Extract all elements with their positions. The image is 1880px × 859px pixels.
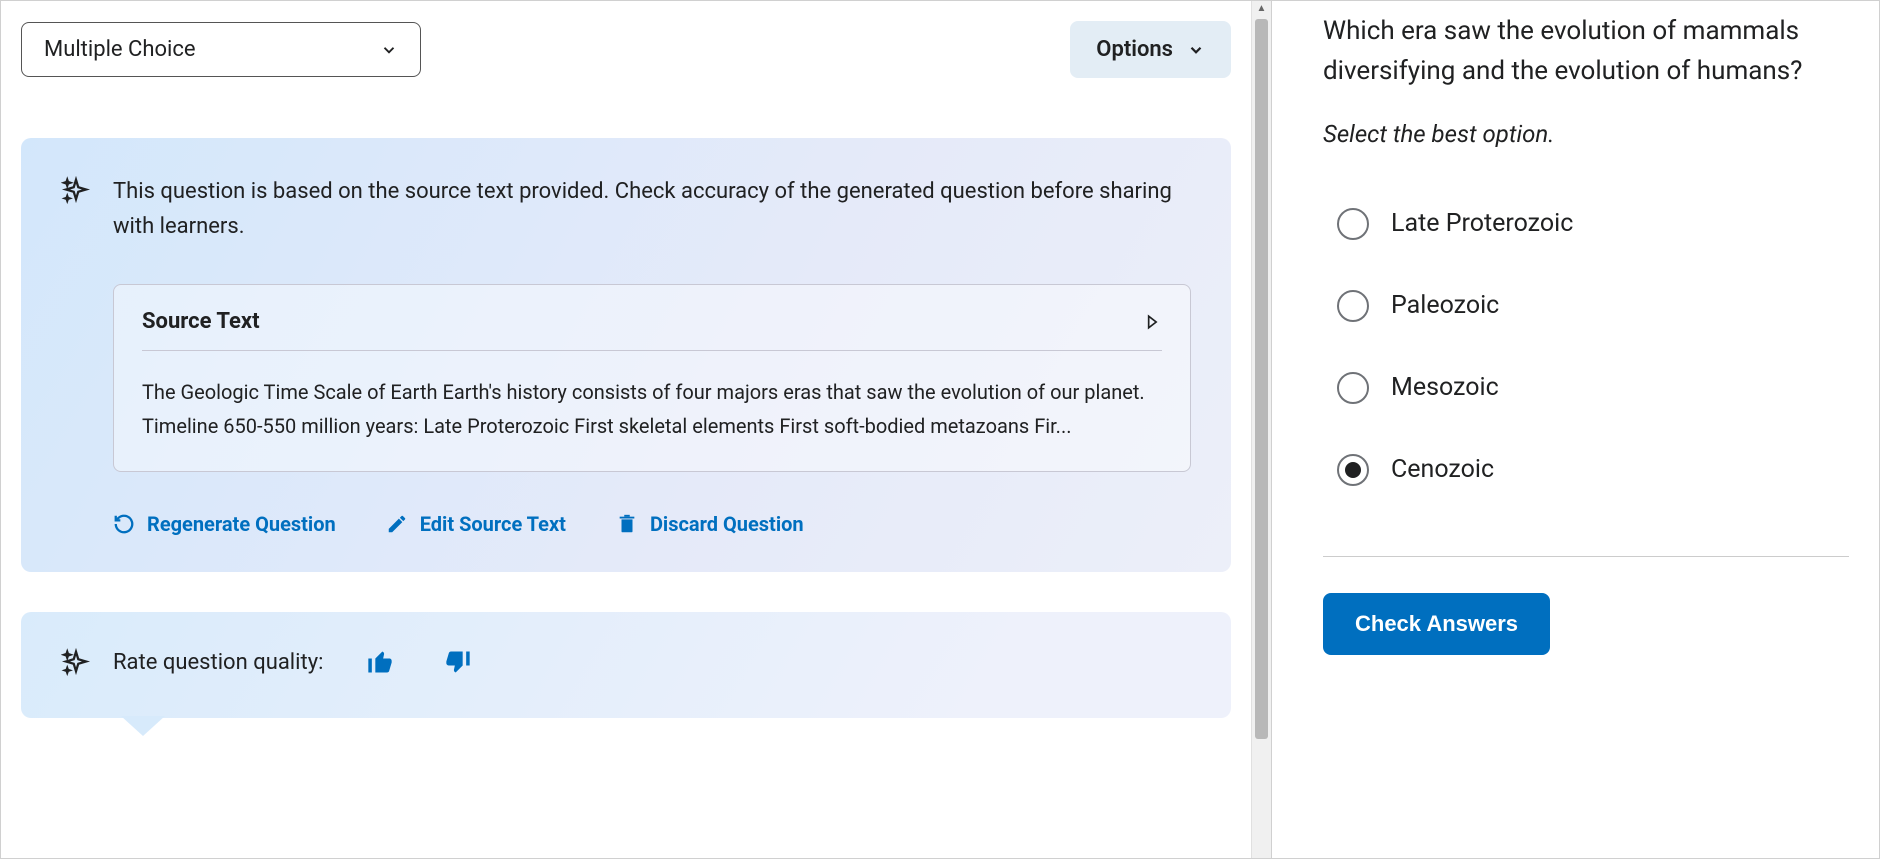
edit-source-button[interactable]: Edit Source Text bbox=[386, 512, 566, 536]
radio-icon bbox=[1337, 372, 1369, 404]
trash-icon bbox=[616, 513, 638, 535]
source-card: This question is based on the source tex… bbox=[21, 138, 1231, 572]
option-2[interactable]: Mesozoic bbox=[1337, 372, 1849, 404]
options-label: Options bbox=[1096, 37, 1173, 62]
thumbs-down-icon bbox=[444, 648, 472, 676]
app-container: Multiple Choice Options This question i bbox=[0, 0, 1880, 859]
option-label: Late Proterozoic bbox=[1391, 209, 1573, 238]
option-1[interactable]: Paleozoic bbox=[1337, 290, 1849, 322]
option-label: Mesozoic bbox=[1391, 373, 1499, 402]
thumbs-up-button[interactable] bbox=[365, 647, 395, 677]
pencil-icon bbox=[386, 513, 408, 535]
discard-button[interactable]: Discard Question bbox=[616, 512, 804, 536]
source-text-title: Source Text bbox=[142, 309, 260, 334]
editor-panel: Multiple Choice Options This question i bbox=[1, 1, 1271, 858]
instruction-text: Select the best option. bbox=[1323, 120, 1849, 148]
refresh-icon bbox=[113, 513, 135, 535]
speech-tail bbox=[121, 716, 165, 736]
question-text: Which era saw the evolution of mammals d… bbox=[1323, 11, 1849, 92]
rate-label: Rate question quality: bbox=[113, 650, 323, 675]
answer-options: Late Proterozoic Paleozoic Mesozoic Ceno… bbox=[1323, 208, 1849, 486]
editor-toolbar: Multiple Choice Options bbox=[21, 21, 1231, 78]
source-text-box: Source Text The Geologic Time Scale of E… bbox=[113, 284, 1191, 472]
radio-icon bbox=[1337, 208, 1369, 240]
sparkle-icon bbox=[61, 648, 91, 678]
source-info-text: This question is based on the source tex… bbox=[113, 174, 1191, 244]
expand-icon[interactable] bbox=[1142, 312, 1162, 332]
question-type-select[interactable]: Multiple Choice bbox=[21, 22, 421, 77]
regenerate-button[interactable]: Regenerate Question bbox=[113, 512, 336, 536]
sparkle-icon bbox=[61, 176, 91, 206]
divider bbox=[1323, 556, 1849, 557]
scrollbar-thumb[interactable] bbox=[1255, 19, 1268, 739]
option-label: Cenozoic bbox=[1391, 455, 1494, 484]
options-button[interactable]: Options bbox=[1070, 21, 1231, 78]
source-actions: Regenerate Question Edit Source Text bbox=[113, 512, 1191, 536]
rate-card: Rate question quality: bbox=[21, 612, 1231, 718]
panel-divider bbox=[1271, 1, 1293, 858]
thumbs-down-button[interactable] bbox=[443, 647, 473, 677]
question-type-label: Multiple Choice bbox=[44, 37, 196, 62]
chevron-down-icon bbox=[380, 41, 398, 59]
option-3[interactable]: Cenozoic bbox=[1337, 454, 1849, 486]
option-label: Paleozoic bbox=[1391, 291, 1499, 320]
thumbs-up-icon bbox=[366, 648, 394, 676]
radio-icon bbox=[1337, 290, 1369, 322]
chevron-down-icon bbox=[1187, 41, 1205, 59]
scrollbar[interactable] bbox=[1251, 1, 1271, 858]
discard-label: Discard Question bbox=[650, 512, 804, 536]
check-answers-button[interactable]: Check Answers bbox=[1323, 593, 1550, 655]
radio-icon bbox=[1337, 454, 1369, 486]
preview-panel: Which era saw the evolution of mammals d… bbox=[1293, 1, 1879, 858]
option-0[interactable]: Late Proterozoic bbox=[1337, 208, 1849, 240]
regenerate-label: Regenerate Question bbox=[147, 512, 336, 536]
edit-source-label: Edit Source Text bbox=[420, 512, 566, 536]
source-text-body: The Geologic Time Scale of Earth Earth's… bbox=[142, 375, 1162, 443]
